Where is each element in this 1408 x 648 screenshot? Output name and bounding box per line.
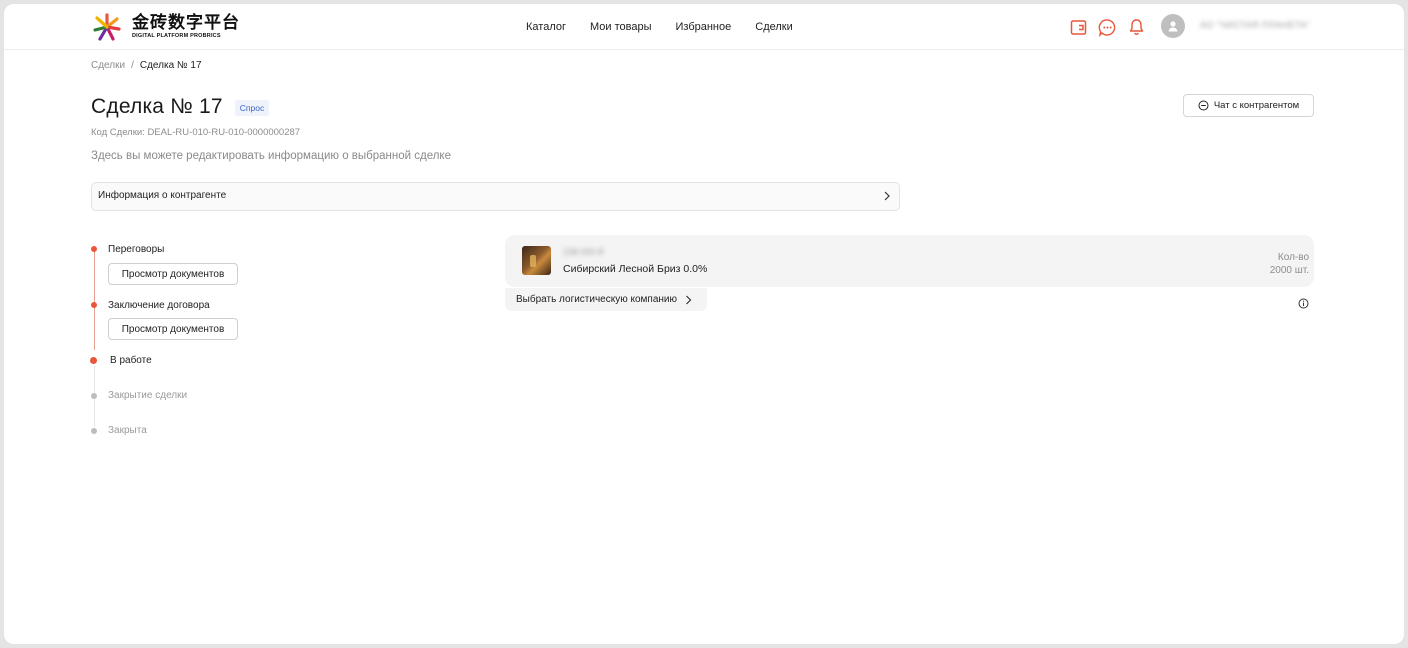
top-header: 金砖数字平台 DIGITAL PLATFORM PROBRICS Каталог… — [4, 4, 1404, 50]
nav-my-products[interactable]: Мои товары — [590, 21, 652, 33]
step-closed: Закрыта — [108, 425, 147, 436]
chevron-right-icon — [883, 191, 891, 201]
timeline-dot — [91, 428, 97, 434]
logo[interactable]: 金砖数字平台 DIGITAL PLATFORM PROBRICS — [92, 11, 240, 43]
info-icon[interactable] — [1298, 298, 1309, 309]
deal-type-badge: Спрос — [234, 100, 270, 116]
deal-code: Код Сделки: DEAL-RU-010-RU-010-000000028… — [91, 127, 301, 138]
logo-subtitle: DIGITAL PLATFORM PROBRICS — [132, 32, 221, 39]
step-contract: Заключение договора — [108, 300, 210, 311]
step-closing: Закрытие сделки — [108, 390, 188, 401]
logistics-button-label: Выбрать логистическую компанию — [516, 294, 678, 305]
bell-icon[interactable] — [1126, 17, 1146, 37]
timeline-dot-current — [90, 357, 97, 364]
user-name[interactable]: АО "ЧИСТАЯ ПЛАНЕТА" — [1200, 20, 1310, 30]
user-icon — [1168, 21, 1178, 32]
deal-status-timeline: Переговоры Просмотр документов Заключени… — [88, 238, 348, 438]
step-negotiations: Переговоры — [108, 244, 165, 255]
product-name: Сибирский Лесной Бриз 0.0% — [563, 263, 708, 275]
product-card[interactable]: 238 000 ₽ Сибирский Лесной Бриз 0.0% Кол… — [505, 235, 1314, 287]
logo-mark-icon — [93, 13, 121, 41]
view-documents-button[interactable]: Просмотр документов — [108, 263, 238, 285]
chat-button-label: Чат с контрагентом — [1213, 100, 1300, 111]
page-description: Здесь вы можете редактировать информацию… — [91, 150, 451, 162]
step-in-progress: В работе — [110, 355, 152, 366]
breadcrumb-separator: / — [131, 60, 134, 71]
main-nav: Каталог Мои товары Избранное Сделки — [514, 4, 805, 50]
avatar[interactable] — [1161, 14, 1185, 38]
breadcrumb-deals-link[interactable]: Сделки — [91, 60, 125, 71]
nav-deals[interactable]: Сделки — [755, 21, 793, 33]
timeline-dot — [91, 393, 97, 399]
quantity-value: 2000 шт. — [1269, 265, 1309, 276]
nav-catalog[interactable]: Каталог — [526, 21, 566, 33]
quantity-label: Кол-во — [1277, 252, 1309, 263]
header-actions — [1068, 15, 1155, 39]
chat-bubble-icon[interactable] — [1097, 17, 1117, 37]
timeline-line-done — [94, 252, 95, 350]
logo-title: 金砖数字平台 — [132, 12, 240, 33]
view-documents-button[interactable]: Просмотр документов — [108, 318, 238, 340]
wallet-icon[interactable] — [1068, 17, 1088, 37]
counterparty-info-label: Информация о контрагенте — [98, 190, 227, 201]
chat-with-counterparty-button[interactable]: Чат с контрагентом — [1183, 94, 1314, 117]
page-title: Сделка № 17 — [91, 95, 223, 118]
app-window: 金砖数字平台 DIGITAL PLATFORM PROBRICS Каталог… — [4, 4, 1404, 644]
product-thumbnail — [522, 246, 551, 275]
breadcrumb: Сделки / Сделка № 17 — [91, 60, 202, 71]
nav-favorites[interactable]: Избранное — [676, 21, 732, 33]
timeline-dot — [91, 246, 97, 252]
counterparty-info-toggle[interactable]: Информация о контрагенте — [91, 182, 900, 211]
timeline-dot — [91, 302, 97, 308]
breadcrumb-current: Сделка № 17 — [139, 60, 202, 71]
title-row: Сделка № 17 Спрос — [91, 95, 270, 119]
select-logistics-company-button[interactable]: Выбрать логистическую компанию — [505, 288, 707, 311]
product-price: 238 000 ₽ — [563, 247, 604, 257]
chevron-right-icon — [685, 295, 692, 305]
chat-icon — [1198, 100, 1209, 111]
